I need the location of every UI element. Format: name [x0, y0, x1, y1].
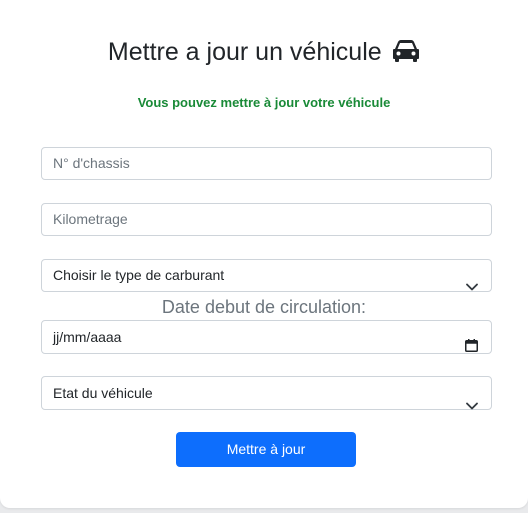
page-title-row: Mettre a jour un véhicule: [0, 38, 528, 67]
fuel-type-value: Choisir le type de carburant: [53, 267, 225, 283]
chassis-input[interactable]: N° d'chassis: [41, 147, 492, 180]
submit-update-button[interactable]: Mettre à jour: [176, 432, 356, 467]
chevron-down-icon: [466, 389, 478, 410]
date-label: Date debut de circulation:: [161, 297, 367, 317]
chevron-down-icon: [466, 271, 478, 291]
subtitle: Vous pouvez mettre à jour votre véhicule: [137, 95, 391, 110]
calendar-icon[interactable]: [465, 331, 478, 352]
kilometrage-input[interactable]: Kilometrage: [41, 203, 492, 236]
update-vehicle-card: Mettre a jour un véhicule Vous pouvez me…: [0, 0, 528, 508]
vehicle-state-value: Etat du véhicule: [53, 385, 153, 401]
date-input[interactable]: jj/mm/aaaa: [41, 320, 492, 354]
car-icon: [392, 39, 420, 63]
kilometrage-placeholder: Kilometrage: [53, 211, 128, 227]
vehicle-state-select[interactable]: Etat du véhicule: [41, 376, 492, 410]
chassis-placeholder: N° d'chassis: [53, 155, 130, 171]
page-title: Mettre a jour un véhicule: [107, 38, 382, 66]
date-placeholder: jj/mm/aaaa: [53, 329, 122, 345]
fuel-type-select[interactable]: Choisir le type de carburant: [41, 259, 492, 292]
